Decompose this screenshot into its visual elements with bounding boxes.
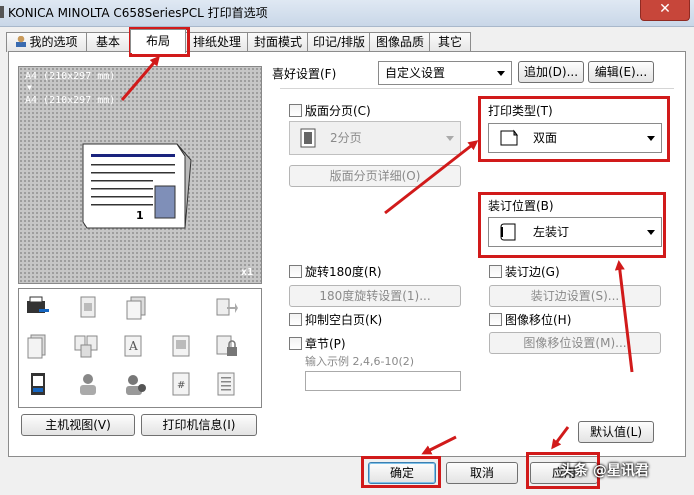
arrow-to-ok xyxy=(421,435,457,455)
arrow-to-apply xyxy=(551,426,570,450)
arrow-to-print-type xyxy=(384,140,479,215)
arrow-to-binding xyxy=(614,260,634,373)
tab-layout[interactable]: 布局 xyxy=(130,29,186,53)
watermark: 头条 @星讯君 xyxy=(560,463,649,479)
annotation-arrows xyxy=(120,55,634,455)
arrow-to-layout-tab xyxy=(120,55,160,101)
